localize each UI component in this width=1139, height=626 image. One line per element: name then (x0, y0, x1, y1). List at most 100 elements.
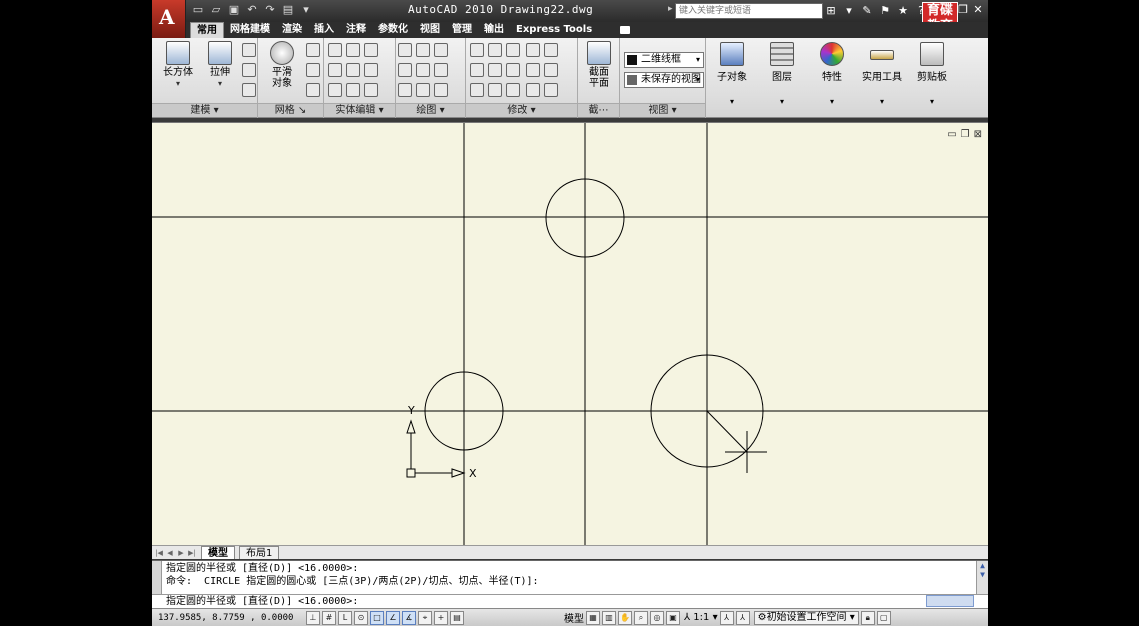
tab-insert[interactable]: 插入 (308, 22, 340, 38)
slice-icon[interactable] (346, 63, 360, 77)
refine-mesh-icon[interactable] (306, 83, 320, 97)
intersect-icon[interactable] (328, 83, 342, 97)
dynamic-input-icon[interactable]: + (434, 610, 448, 625)
annotation-scale[interactable]: ⅄ 1:1 ▾ (684, 612, 718, 623)
showmotion-icon[interactable]: ▣ (666, 610, 680, 625)
prev-layout-icon[interactable]: ◀ (165, 548, 175, 558)
3d-array-icon[interactable] (488, 63, 502, 77)
command-scrollbar[interactable]: ▲ ▼ (976, 561, 988, 595)
last-layout-icon[interactable]: ▶| (187, 548, 197, 558)
box-button[interactable]: 长方体 ▾ (158, 41, 198, 89)
restore-icon[interactable]: ❐ (957, 3, 969, 17)
panel-title-mesh[interactable]: 网格 ↘ (258, 103, 323, 117)
subscription-icon[interactable]: ⚑ (878, 3, 892, 18)
stretch-icon[interactable] (470, 63, 484, 77)
binoculars-icon[interactable]: ⊞ (824, 3, 838, 18)
pan-icon[interactable]: ✋ (618, 610, 632, 625)
polyline-icon[interactable] (398, 43, 412, 57)
next-layout-icon[interactable]: ▶ (176, 548, 186, 558)
sweep-icon[interactable] (242, 63, 256, 77)
first-layout-icon[interactable]: |◀ (154, 548, 164, 558)
close-icon[interactable]: ✕ (972, 3, 984, 17)
array-icon[interactable] (470, 83, 484, 97)
smooth-object-button[interactable]: 平滑 对象 (262, 41, 302, 89)
panel-title-modify[interactable]: 修改 ▾ (466, 103, 577, 117)
qat-dropdown-icon[interactable]: ▾ (300, 3, 312, 17)
command-hscroll[interactable] (926, 595, 974, 607)
3d-align-icon[interactable] (506, 83, 520, 97)
panel-title-section[interactable]: 截⋯ (578, 103, 619, 117)
erase-icon[interactable] (544, 83, 558, 97)
scale-icon[interactable] (470, 43, 484, 57)
tab-mesh-modeling[interactable]: 网格建模 (224, 22, 276, 38)
tab-home[interactable]: 常用 (190, 22, 224, 38)
tab-model[interactable]: 模型 (201, 546, 235, 559)
dynamic-ucs-icon[interactable]: ⌖ (418, 610, 432, 625)
toolbar-lock-icon[interactable]: 🔒︎ (860, 610, 875, 625)
extract-edges-icon[interactable] (346, 43, 360, 57)
named-view-select[interactable]: 未保存的视图 ▾ (624, 72, 704, 88)
annotation-visibility-icon[interactable]: ⅄ (719, 610, 734, 625)
hatch-icon[interactable] (416, 43, 430, 57)
command-input[interactable]: 指定圆的半径或 [直径(D)] <16.0000>: (152, 594, 988, 608)
trim-icon[interactable] (544, 43, 558, 57)
plot-icon[interactable]: ▤ (282, 3, 294, 17)
snap-mode-icon[interactable]: ⊥ (306, 610, 320, 625)
offset-edges-icon[interactable] (364, 83, 378, 97)
polar-tracking-icon[interactable]: ⊙ (354, 610, 368, 625)
3d-rotate-icon[interactable] (488, 43, 502, 57)
application-menu-button[interactable]: A (152, 0, 186, 38)
layers-button[interactable]: 图层 ▾ (758, 42, 806, 106)
communication-icon[interactable]: ✎ (860, 3, 874, 18)
tab-manage[interactable]: 管理 (446, 22, 478, 38)
coordinate-readout[interactable]: 137.9585, 8.7759 , 0.0000 (152, 613, 304, 623)
quick-view-layouts-icon[interactable]: ▦ (586, 610, 600, 625)
arc-icon[interactable] (434, 43, 448, 57)
ellipse-icon[interactable] (434, 83, 448, 97)
section-plane-button[interactable]: 截面 平面 (579, 41, 619, 89)
object-snap-icon[interactable]: □ (370, 610, 384, 625)
shell-icon[interactable] (346, 83, 360, 97)
drawing-canvas[interactable]: Y X ▭ ❐ ⊠ (152, 122, 988, 546)
panel-title-modeling[interactable]: 建模 ▾ (152, 103, 257, 117)
panel-title-draw[interactable]: 绘图 ▾ (396, 103, 465, 117)
rectangle-icon[interactable] (416, 83, 430, 97)
match-properties-icon[interactable] (526, 83, 540, 97)
undo-icon[interactable]: ↶ (246, 3, 258, 17)
separate-icon[interactable] (364, 43, 378, 57)
open-icon[interactable]: ▱ (210, 3, 222, 17)
ortho-mode-icon[interactable]: L (338, 610, 352, 625)
quick-view-drawings-icon[interactable]: ▥ (602, 610, 616, 625)
smooth-more-icon[interactable] (306, 43, 320, 57)
spline-icon[interactable] (398, 63, 412, 77)
tab-express-tools[interactable]: Express Tools (510, 22, 598, 38)
presspull-icon[interactable] (242, 43, 256, 57)
union-icon[interactable] (328, 43, 342, 57)
grid-display-icon[interactable]: # (322, 610, 336, 625)
line-icon[interactable] (416, 63, 430, 77)
move-icon[interactable] (506, 43, 520, 57)
tab-layout1[interactable]: 布局1 (239, 546, 280, 559)
circle-icon[interactable] (434, 63, 448, 77)
lineweight-icon[interactable]: ▤ (450, 610, 464, 625)
search-input[interactable]: 键入关键字或短语 (675, 3, 823, 19)
imprint-icon[interactable] (364, 63, 378, 77)
copy-icon[interactable] (526, 43, 540, 57)
tab-annotate[interactable]: 注释 (340, 22, 372, 38)
dropdown-icon[interactable]: ▾ (842, 3, 856, 18)
3d-object-snap-icon[interactable]: ∠ (386, 610, 400, 625)
save-icon[interactable]: ▣ (228, 3, 240, 17)
auto-scale-icon[interactable]: ⅄ (735, 610, 750, 625)
properties-button[interactable]: 特性 ▾ (808, 42, 856, 106)
utilities-button[interactable]: 实用工具 ▾ (858, 42, 906, 106)
subtract-icon[interactable] (328, 63, 342, 77)
viewport-close-icon[interactable]: ⊠ (974, 129, 982, 140)
panel-title-solid-editing[interactable]: 实体编辑 ▾ (324, 103, 395, 117)
new-icon[interactable]: ▭ (192, 3, 204, 17)
favorites-star-icon[interactable]: ★ (896, 3, 910, 18)
rotate-icon[interactable] (506, 63, 520, 77)
smooth-less-icon[interactable] (306, 63, 320, 77)
tab-parametric[interactable]: 参数化 (372, 22, 414, 38)
steering-wheel-icon[interactable]: ◎ (650, 610, 664, 625)
clean-screen-icon[interactable]: ▢ (876, 610, 891, 625)
